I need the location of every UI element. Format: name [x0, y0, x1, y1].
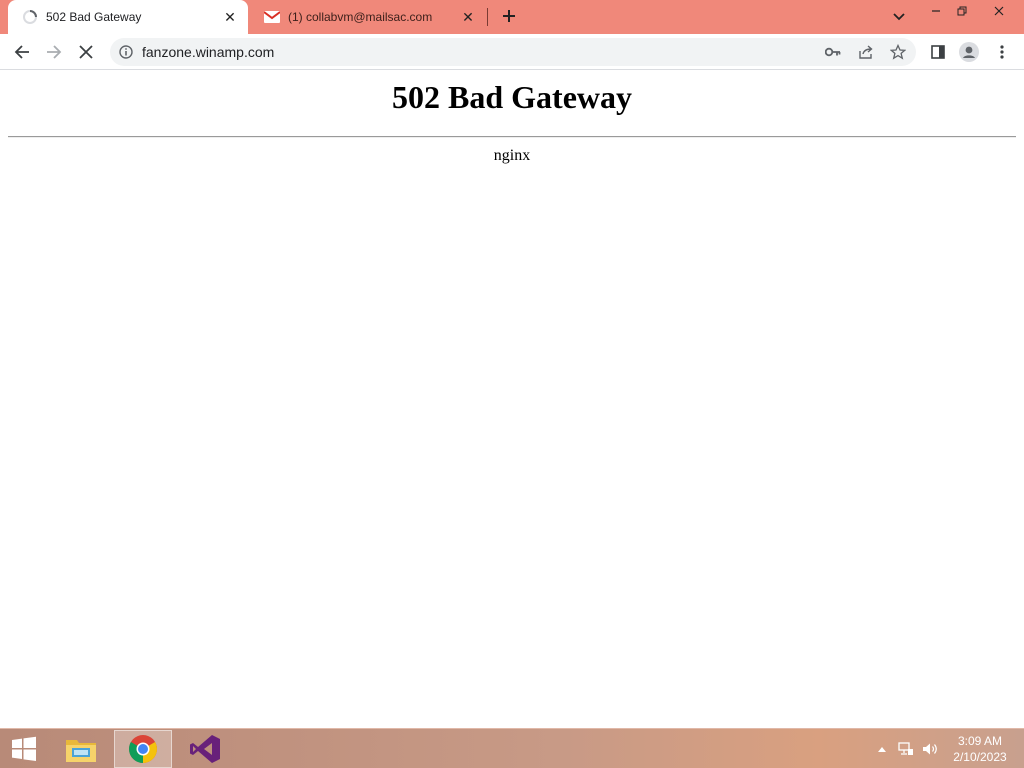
windows-logo-icon	[12, 736, 36, 761]
browser-toolbar: fanzone.winamp.com	[0, 34, 1024, 70]
close-icon	[994, 6, 1004, 16]
network-icon[interactable]	[896, 729, 916, 768]
tab-bad-gateway[interactable]: 502 Bad Gateway ✕	[8, 0, 248, 34]
tab-strip: 502 Bad Gateway ✕ (1) collabvm@mailsac.c…	[0, 0, 1024, 34]
tab-divider	[487, 8, 488, 26]
divider	[8, 136, 1016, 138]
visual-studio-button[interactable]	[182, 730, 228, 768]
key-icon[interactable]	[822, 42, 844, 62]
page-title: 502 Bad Gateway	[392, 79, 632, 115]
chevron-down-icon	[893, 13, 905, 21]
clock-date: 2/10/2023	[953, 750, 1007, 764]
address-bar[interactable]: fanzone.winamp.com	[110, 38, 916, 66]
restore-icon	[957, 6, 967, 16]
info-icon[interactable]	[118, 44, 134, 60]
tab-title: 502 Bad Gateway	[46, 10, 142, 24]
side-panel-icon	[931, 45, 945, 59]
bookmark-star-icon[interactable]	[887, 42, 909, 62]
chrome-logo-icon	[129, 735, 157, 763]
file-explorer-button[interactable]	[58, 730, 104, 768]
clock-time: 3:09 AM	[957, 734, 1003, 748]
start-button[interactable]	[0, 730, 48, 768]
system-clock[interactable]: 3:09 AM 2/10/2023	[944, 733, 1016, 765]
tab-close-icon[interactable]: ✕	[458, 7, 478, 27]
page-content: 502 Bad Gateway nginx	[0, 71, 1024, 728]
profile-avatar-icon	[959, 42, 979, 62]
server-name: nginx	[493, 147, 531, 164]
kebab-menu-icon	[1000, 45, 1004, 59]
back-button[interactable]	[8, 38, 36, 66]
profile-button[interactable]	[955, 38, 983, 66]
tab-title: (1) collabvm@mailsac.com	[288, 10, 433, 24]
minimize-icon	[932, 10, 940, 12]
mail-icon	[264, 9, 280, 25]
loading-spinner-icon	[22, 9, 38, 25]
stop-loading-button[interactable]	[72, 38, 100, 66]
visual-studio-icon	[190, 735, 220, 763]
tab-mailsac[interactable]: (1) collabvm@mailsac.com ✕	[250, 0, 486, 34]
arrow-right-icon	[47, 45, 62, 59]
show-hidden-icons-button[interactable]	[874, 729, 890, 768]
arrow-left-icon	[14, 45, 29, 59]
taskbar: 3:09 AM 2/10/2023	[0, 728, 1024, 768]
close-window-button[interactable]	[983, 0, 1015, 22]
plus-icon	[503, 10, 515, 22]
side-panel-button[interactable]	[924, 38, 952, 66]
forward-button[interactable]	[40, 38, 68, 66]
chrome-taskbar-button[interactable]	[114, 730, 172, 768]
new-tab-button[interactable]	[498, 5, 520, 27]
url-text: fanzone.winamp.com	[142, 44, 275, 60]
caret-up-icon	[878, 747, 886, 752]
share-icon[interactable]	[855, 42, 877, 62]
volume-icon[interactable]	[920, 729, 940, 768]
close-icon	[79, 45, 93, 59]
tab-search-button[interactable]	[888, 7, 910, 27]
tab-close-icon[interactable]: ✕	[220, 7, 240, 27]
folder-icon	[66, 740, 96, 762]
restore-button[interactable]	[946, 0, 978, 22]
menu-button[interactable]	[988, 38, 1016, 66]
